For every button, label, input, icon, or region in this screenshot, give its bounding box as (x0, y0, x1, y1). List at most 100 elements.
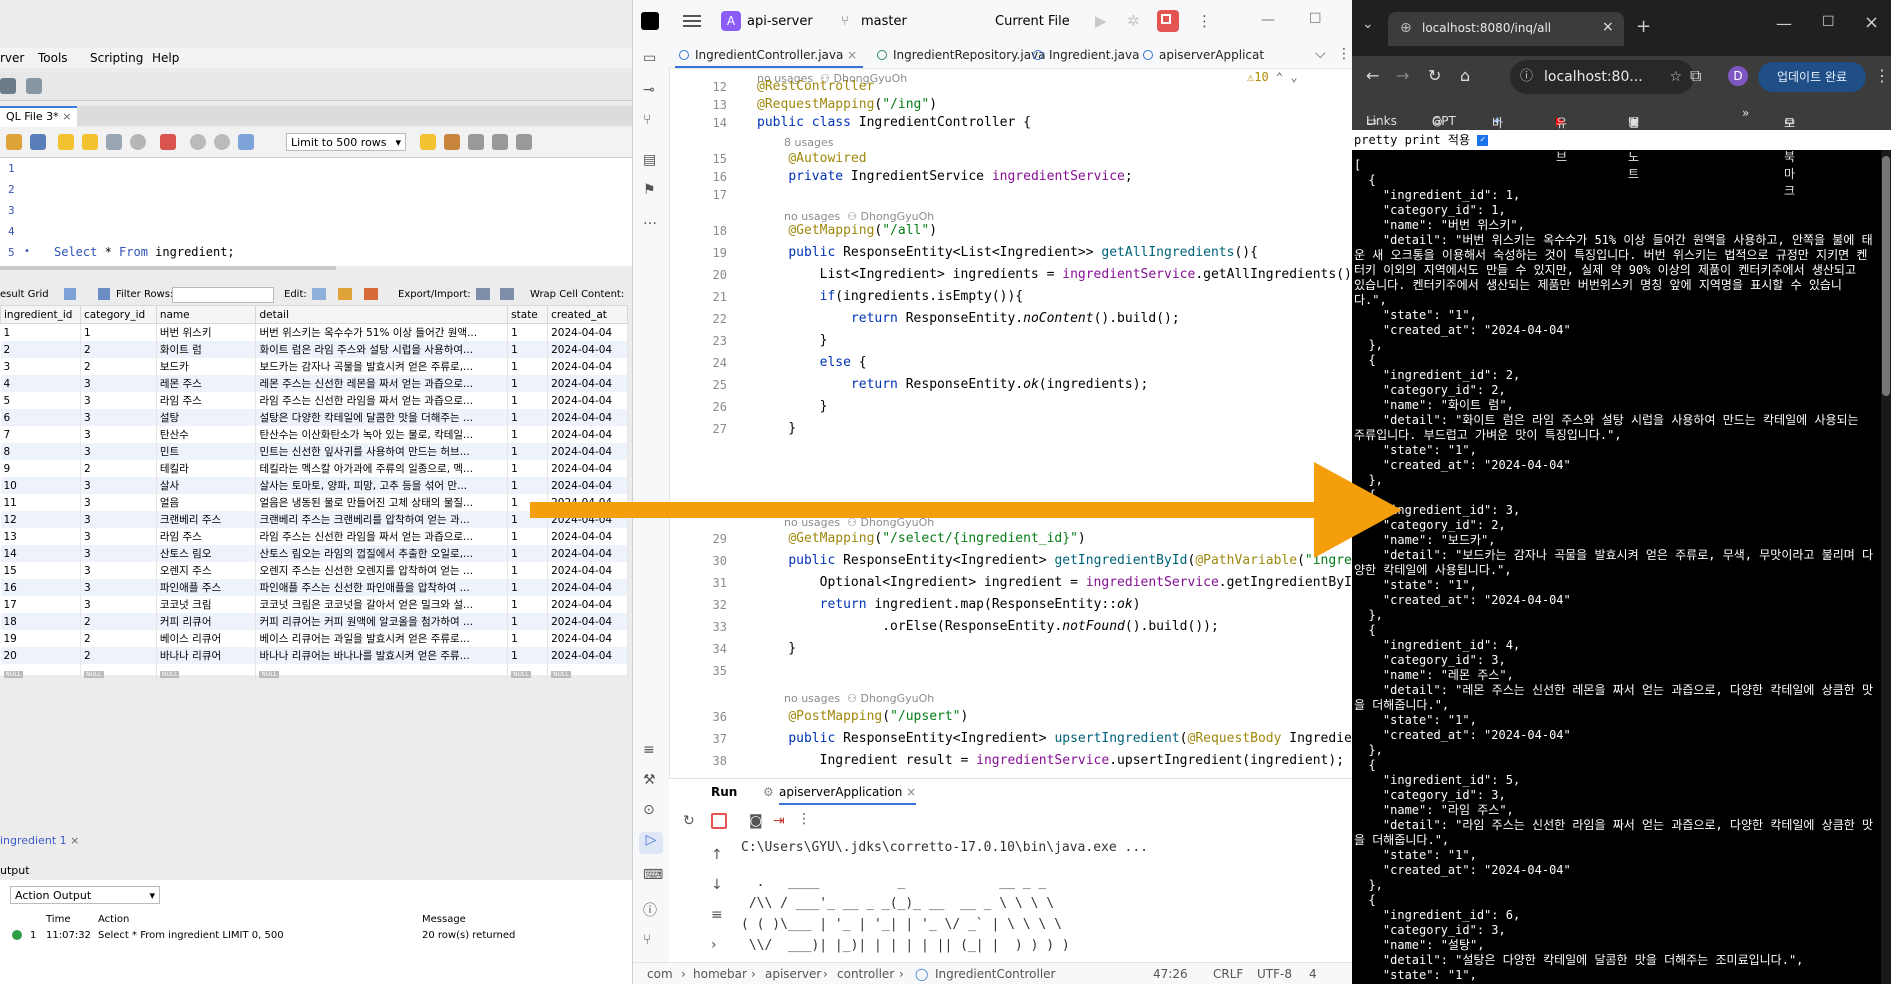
breadcrumb-item[interactable]: controller (837, 967, 894, 981)
inspector-icon[interactable] (26, 78, 42, 94)
table-cell[interactable]: 살사 (156, 477, 257, 494)
table-cell[interactable]: 2 (0, 341, 81, 358)
table-cell[interactable]: 바나나 리큐어는 바나나를 발효시켜 얻은 주류... (255, 647, 509, 664)
breadcrumb-item[interactable]: apiserver (765, 967, 821, 981)
scrollbar-thumb[interactable] (1882, 156, 1890, 396)
table-cell[interactable]: 3 (80, 579, 157, 596)
caret-position[interactable]: 47:26 (1153, 967, 1188, 981)
output-row[interactable]: 1 11:07:32 Select * From ingredient LIMI… (0, 928, 640, 946)
explain-icon[interactable] (106, 134, 122, 150)
filter-rows-input[interactable] (172, 287, 274, 303)
table-cell[interactable]: 14 (0, 545, 81, 562)
table-cell[interactable]: 2 (80, 460, 157, 477)
result-tab[interactable]: ingredient 1 × (0, 834, 79, 852)
table-row[interactable]: 4 3 레몬 주스 레몬 주스는 신선한 레몬을 짜서 얻는 과즙으로... 1 2024… (0, 375, 628, 392)
table-cell[interactable]: 3 (80, 528, 157, 545)
menu-tools[interactable]: Tools (38, 51, 68, 65)
table-cell[interactable]: 버번 위스키는 옥수수가 51% 이상 들어간 원액... (255, 323, 509, 341)
todo-tool-icon[interactable]: ≡ (643, 742, 655, 758)
terminal-tool-icon[interactable]: ⌨ (643, 867, 663, 883)
close-window-icon[interactable]: × (1864, 12, 1879, 33)
update-button[interactable]: 업데이트 완료 (1758, 62, 1866, 92)
table-cell[interactable]: 탄산수 (156, 426, 257, 443)
table-cell[interactable]: 3 (80, 511, 157, 528)
site-info-icon[interactable]: ⓘ (1520, 60, 1533, 94)
breadcrumb-item[interactable]: IngredientController (935, 967, 1056, 981)
debug-icon[interactable]: ✲ (1127, 12, 1140, 30)
pretty-print-checkbox[interactable]: ✓ (1477, 135, 1489, 146)
exit-icon[interactable]: ⇥ (773, 813, 785, 829)
run-config-select[interactable]: Current File (995, 14, 1070, 29)
table-cell[interactable]: 18 (0, 613, 81, 630)
table-cell[interactable]: 3 (80, 545, 157, 562)
table-cell[interactable]: 화이트 럼은 라임 주스와 설탕 시럽을 사용하여... (255, 341, 509, 358)
menu-scripting[interactable]: Scripting (90, 51, 143, 65)
wrap-icon[interactable] (516, 134, 532, 150)
filter-icon[interactable] (98, 288, 110, 300)
limit-rows-select[interactable]: Limit to 500 rows ▾ (286, 133, 406, 151)
tab-ingredient-repository[interactable]: IngredientRepository.java (873, 42, 1046, 68)
commit-icon[interactable] (190, 134, 206, 150)
table-cell[interactable]: 민트 (156, 443, 257, 460)
close-icon[interactable]: × (1602, 19, 1614, 35)
grid-icon[interactable] (64, 288, 76, 300)
run-tool-icon[interactable]: ▷ (639, 832, 663, 854)
home-icon[interactable]: ⌂ (1460, 66, 1470, 85)
table-cell[interactable]: 3 (0, 358, 81, 375)
rerun-icon[interactable]: ↻ (683, 813, 695, 829)
table-cell[interactable]: 1 (507, 323, 549, 341)
indent-setting[interactable]: 4 spaces (1309, 967, 1353, 984)
table-cell[interactable]: 커피 리큐어 (156, 613, 257, 630)
table-cell[interactable]: 12 (0, 511, 81, 528)
table-cell[interactable]: 2024-04-04 (547, 323, 628, 341)
table-cell[interactable]: 3 (80, 596, 157, 613)
table-cell[interactable]: 2024-04-04 (547, 426, 628, 443)
table-cell[interactable]: 라임 주스 (156, 528, 257, 545)
line-separator[interactable]: CRLF (1213, 967, 1243, 981)
table-cell[interactable]: 2024-04-04 (547, 341, 628, 358)
browser-tab[interactable]: ⊕ localhost:8080/inq/all × (1388, 12, 1624, 46)
project-tool-icon[interactable]: ▭ (643, 50, 656, 66)
table-cell[interactable]: 버번 위스키 (156, 323, 257, 341)
table-cell[interactable]: 16 (0, 579, 81, 596)
table-cell[interactable]: 1 (507, 392, 549, 409)
commit-tool-icon[interactable]: ⊸ (643, 82, 655, 98)
camera-icon[interactable]: ◙ (749, 813, 763, 829)
table-cell[interactable]: 2024-04-04 (547, 613, 628, 630)
table-row[interactable]: 8 3 민트 민트는 신선한 잎사귀를 사용하여 만드는 허브... 1 2024-04-… (0, 443, 628, 460)
file-encoding[interactable]: UTF-8 (1257, 967, 1292, 981)
page-scrollbar[interactable] (1881, 150, 1891, 984)
table-row[interactable]: 19 2 베이스 리큐어 베이스 리큐어는 과일을 발효시켜 얻은 주류로... 1 20… (0, 630, 628, 647)
table-cell[interactable]: 1 (507, 647, 549, 664)
column-header[interactable]: created_at (547, 305, 628, 324)
output-select[interactable]: Action Output ▾ (10, 886, 160, 904)
table-cell[interactable]: 3 (80, 392, 157, 409)
branch-name[interactable]: master (861, 14, 907, 29)
sql-icon[interactable] (0, 78, 16, 94)
table-cell[interactable]: 2024-04-04 (547, 630, 628, 647)
table-cell[interactable]: 산토스 림오는 라임의 껍질에서 추출한 오일로,... (255, 545, 509, 562)
console-output[interactable]: C:\Users\GYU\.jdks\corretto-17.0.10\bin\… (741, 837, 1148, 956)
table-cell[interactable]: 3 (80, 443, 157, 460)
forward-icon[interactable]: → (1396, 66, 1409, 85)
table-cell[interactable]: 2024-04-04 (547, 562, 628, 579)
table-row[interactable]: 16 3 파인애플 주스 파인애플 주스는 신선한 파인애플을 압착하여 ... 1 20… (0, 579, 628, 596)
bookmark-star-icon[interactable]: ☆ (1669, 60, 1682, 94)
address-bar[interactable]: ⓘ localhost:80... ☆ (1510, 60, 1694, 94)
table-cell[interactable]: 8 (0, 443, 81, 460)
bookmarks-tool-icon[interactable]: ⚑ (643, 182, 656, 198)
tab-ingredient[interactable]: Ingredient.java (1029, 42, 1139, 68)
minimize-icon[interactable]: — (1776, 14, 1792, 33)
open-file-icon[interactable] (6, 134, 22, 150)
column-header[interactable]: detail (255, 305, 509, 324)
close-icon[interactable]: × (906, 785, 916, 799)
main-menu-icon[interactable] (683, 12, 701, 28)
minimize-icon[interactable]: — (1261, 12, 1275, 28)
profile-avatar[interactable]: D (1728, 66, 1748, 86)
table-cell[interactable]: 1 (80, 323, 157, 341)
table-cell[interactable]: 2 (80, 647, 157, 664)
tab-apiserver-application[interactable]: apiserverApplicat (1139, 42, 1264, 68)
save-icon[interactable] (30, 134, 46, 150)
close-icon[interactable]: × (62, 110, 71, 123)
table-cell[interactable]: 파인애플 주스 (156, 579, 257, 596)
